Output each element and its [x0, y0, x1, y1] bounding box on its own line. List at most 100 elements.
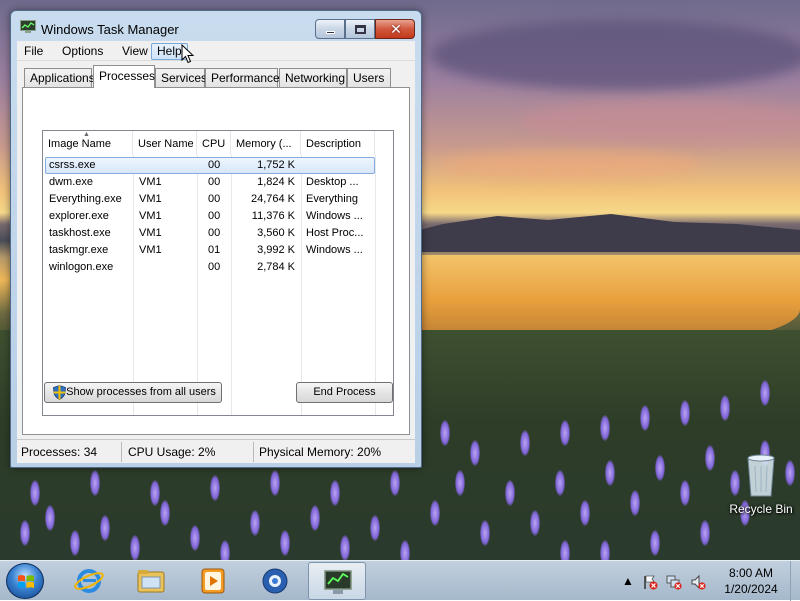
tab-applications[interactable]: Applications	[24, 68, 95, 87]
cell-cpu: 01	[208, 244, 221, 256]
cell-memory: 24,764 K	[250, 193, 295, 205]
flower	[330, 480, 340, 506]
column-image-name[interactable]: ▲ Image Name	[43, 131, 133, 155]
cell-memory: 2,784 K	[257, 261, 295, 273]
tab-processes[interactable]: Processes	[93, 65, 155, 88]
cell-memory: 3,992 K	[257, 244, 295, 256]
flower	[190, 525, 200, 551]
action-center-flag-icon[interactable]	[642, 574, 658, 590]
internet-explorer-icon	[74, 569, 104, 593]
cell-cpu: 00	[208, 261, 221, 273]
table-row[interactable]: explorer.exe VM1 00 11,376 K Windows ...	[43, 208, 393, 225]
show-desktop-button[interactable]	[790, 561, 800, 601]
clock-date: 1/20/2024	[724, 582, 778, 596]
flower	[560, 420, 570, 446]
cell-image-name: explorer.exe	[49, 210, 109, 222]
mountain-range	[380, 214, 800, 252]
maximize-button[interactable]	[345, 19, 375, 39]
tab-services[interactable]: Services	[155, 68, 207, 87]
flower	[270, 470, 280, 496]
cell-memory: 3,560 K	[257, 227, 295, 239]
taskbar-media-player[interactable]	[184, 562, 242, 600]
table-row[interactable]: dwm.exe VM1 00 1,824 K Desktop ...	[43, 174, 393, 191]
flower	[560, 540, 570, 560]
flower	[655, 455, 665, 481]
flower	[605, 460, 615, 486]
flower	[720, 395, 730, 421]
table-row[interactable]: taskhost.exe VM1 00 3,560 K Host Proc...	[43, 225, 393, 242]
show-hidden-icons[interactable]: ▲	[620, 574, 636, 590]
task-manager-window[interactable]: Windows Task Manager ✕ File Options View…	[10, 10, 422, 468]
flower	[220, 540, 230, 560]
system-clock[interactable]: 8:00 AM 1/20/2024	[716, 565, 786, 597]
recycle-bin[interactable]: Recycle Bin	[726, 452, 796, 516]
tab-performance[interactable]: Performance	[205, 68, 280, 87]
cell-description: Windows ...	[306, 244, 363, 256]
taskbar-internet-explorer[interactable]	[60, 562, 118, 600]
menu-file[interactable]: File	[19, 43, 48, 60]
flower	[130, 535, 140, 560]
flower	[470, 440, 480, 466]
status-divider	[253, 442, 254, 462]
flower	[630, 490, 640, 516]
title-bar[interactable]: Windows Task Manager ✕	[11, 11, 421, 41]
cloud	[440, 150, 700, 180]
menu-view[interactable]: View	[117, 43, 153, 60]
minimize-button[interactable]	[315, 19, 345, 39]
show-all-processes-button[interactable]: Show processes from all users	[44, 382, 222, 403]
close-button[interactable]: ✕	[375, 19, 415, 39]
minimize-icon	[326, 31, 335, 34]
column-user-name[interactable]: User Name	[133, 131, 197, 155]
browser-icon	[262, 568, 288, 594]
flower	[400, 540, 410, 560]
menu-options[interactable]: Options	[57, 43, 108, 60]
table-row[interactable]: winlogon.exe 00 2,784 K	[43, 259, 393, 276]
taskbar-windows-explorer[interactable]	[122, 562, 180, 600]
cell-user-name: VM1	[139, 193, 162, 205]
cell-memory: 1,752 K	[257, 159, 295, 171]
client-area: Applications Processes Services Performa…	[17, 61, 415, 439]
flower	[280, 530, 290, 556]
tab-networking[interactable]: Networking	[279, 68, 347, 87]
flower	[370, 515, 380, 541]
flower	[555, 470, 565, 496]
flower	[30, 480, 40, 506]
flower	[160, 500, 170, 526]
uac-shield-icon	[53, 385, 66, 400]
table-row[interactable]: Everything.exe VM1 00 24,764 K Everything	[43, 191, 393, 208]
process-list[interactable]: ▲ Image Name User Name CPU Memory (... D…	[42, 130, 394, 416]
tab-users[interactable]: Users	[347, 68, 391, 87]
taskbar-browser[interactable]	[246, 562, 304, 600]
cloud	[520, 100, 800, 140]
taskbar-task-manager[interactable]	[308, 562, 366, 600]
cell-image-name: taskhost.exe	[49, 227, 111, 239]
task-manager-icon	[324, 570, 352, 594]
column-memory[interactable]: Memory (...	[231, 131, 301, 155]
status-bar: Processes: 34 CPU Usage: 2% Physical Mem…	[17, 439, 415, 463]
flower	[20, 520, 30, 546]
flower	[650, 530, 660, 556]
column-cpu[interactable]: CPU	[197, 131, 231, 155]
status-physical-memory: Physical Memory: 20%	[259, 445, 382, 459]
flower	[340, 535, 350, 560]
network-icon[interactable]	[666, 574, 682, 590]
mouse-pointer-icon	[181, 44, 195, 64]
end-process-button[interactable]: End Process	[296, 382, 393, 403]
flower	[390, 470, 400, 496]
table-row[interactable]: csrss.exe 00 1,752 K	[43, 157, 393, 174]
recycle-bin-label: Recycle Bin	[729, 502, 793, 516]
table-row[interactable]: taskmgr.exe VM1 01 3,992 K Windows ...	[43, 242, 393, 259]
cell-user-name: VM1	[139, 244, 162, 256]
volume-muted-icon[interactable]	[690, 574, 706, 590]
processes-panel: ▲ Image Name User Name CPU Memory (... D…	[22, 87, 410, 435]
status-divider	[121, 442, 122, 462]
close-icon: ✕	[390, 21, 402, 37]
cell-user-name: VM1	[139, 227, 162, 239]
cell-cpu: 00	[208, 210, 221, 222]
windows-explorer-icon	[137, 570, 165, 593]
flower	[600, 540, 610, 560]
flower	[90, 470, 100, 496]
column-label: Image Name	[48, 138, 111, 150]
column-description[interactable]: Description	[301, 131, 375, 155]
start-button[interactable]	[6, 563, 44, 599]
